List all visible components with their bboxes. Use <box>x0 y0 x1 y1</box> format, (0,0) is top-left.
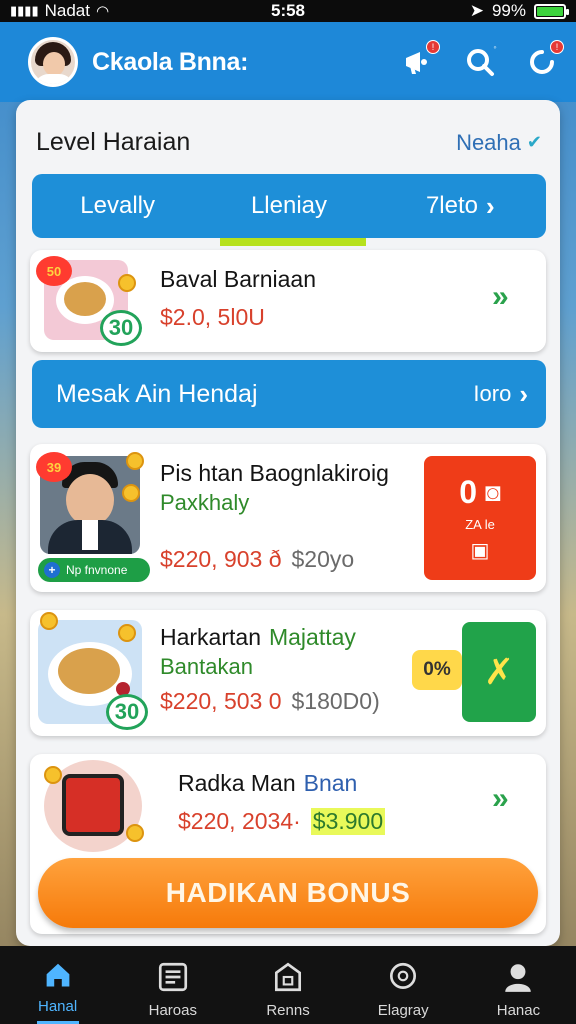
tab-lleniay[interactable]: Lleniay <box>203 192 374 220</box>
app-header: Ckaola Bnna: ! ◦ ! <box>0 22 576 102</box>
coin-icon <box>44 766 62 784</box>
count-badge: 30 <box>100 310 142 346</box>
search-badge: ◦ <box>493 42 497 52</box>
item-old-price: $20yo <box>291 546 355 572</box>
list-item[interactable]: 30 Harkartan Majattay Bantakan $220, 503… <box>30 610 546 736</box>
number-badge: 50 <box>36 256 72 286</box>
nav-label: Elagray <box>377 1002 429 1019</box>
nav-renns[interactable]: Renns <box>230 946 345 1024</box>
percent-badge: 0% <box>412 650 462 690</box>
chevron-right-icon: › <box>519 378 528 409</box>
nav-hanac[interactable]: Hanac <box>461 946 576 1024</box>
main-panel: Level Haraian Neaha ✔ Levally Lleniay 7l… <box>16 100 560 946</box>
list-item[interactable]: 50 30 Baval Barniaan $2.0, 5l0U » <box>30 250 546 352</box>
price-line: $220, 903 ð $20yo <box>160 546 354 573</box>
item-name: Harkartan Majattay <box>160 624 356 651</box>
refresh-icon[interactable]: ! <box>524 40 564 80</box>
section-action[interactable]: Ioro › <box>473 379 528 410</box>
list-icon <box>158 962 187 992</box>
panel-link[interactable]: Neaha ✔ <box>456 130 542 156</box>
tag-badge: + Np fnvnone <box>38 558 150 582</box>
nav-elagray[interactable]: Elagray <box>346 946 461 1024</box>
item-name-part: Bnan <box>303 770 358 796</box>
gift-icon: ▣ <box>470 539 490 562</box>
item-price: $220, 2034· <box>178 808 301 834</box>
number-badge: 39 <box>36 452 72 482</box>
header-actions: ! ◦ ! <box>400 40 564 80</box>
item-name: Pis htan Baognlakiroig <box>160 460 389 486</box>
bonus-button[interactable]: HADIKAN BONUS <box>38 858 538 928</box>
check-icon: ✔ <box>526 132 542 152</box>
item-price: $2.0, 5l0U <box>160 304 265 330</box>
section-title: Mesak Ain Hendaj <box>56 379 258 408</box>
nav-label: Hanac <box>496 1002 541 1019</box>
coin-icon <box>126 452 144 470</box>
nav-haroas[interactable]: Haroas <box>115 946 230 1024</box>
chevron-right-icon: › <box>486 190 495 221</box>
section-bar[interactable]: Mesak Ain Hendaj Ioro › <box>32 360 546 428</box>
store-icon <box>274 962 302 992</box>
double-chevron-icon[interactable]: » <box>492 782 509 816</box>
item-name: Radka Man Bnan <box>178 770 357 797</box>
notification-badge: ! <box>426 40 440 54</box>
panel-title: Level Haraian <box>36 128 191 156</box>
nav-label: Renns <box>266 1002 310 1019</box>
item-name-part: Majattay <box>268 624 356 650</box>
panel-header: Level Haraian Neaha ✔ <box>36 128 542 157</box>
tag-label: Np fnvnone <box>66 563 128 577</box>
search-icon[interactable]: ◦ <box>462 42 498 80</box>
nav-label: Haroas <box>148 1002 197 1019</box>
item-subtitle: Bantakan <box>160 654 253 679</box>
tab-more-label: 7leto <box>425 192 478 219</box>
coin-icon <box>122 484 140 502</box>
battery-icon <box>534 3 569 19</box>
home-icon <box>46 963 69 987</box>
count-badge: 30 <box>106 694 148 730</box>
tools-icon: ✗ <box>483 651 515 692</box>
coin-icon <box>126 824 144 842</box>
promo-caption: ZA le <box>465 516 495 532</box>
refresh-badge: ! <box>550 40 564 54</box>
item-price: $220, 503 0 <box>160 688 282 714</box>
item-subtitle: Paxkhaly <box>160 490 250 515</box>
chat-icon <box>390 962 417 989</box>
status-bar: ▮▮▮▮ Nadat ◠ 5:58 ➤ 99% <box>0 0 576 22</box>
coin-icon <box>118 274 136 292</box>
coin-icon <box>40 612 58 630</box>
price-line: $2.0, 5l0U <box>160 304 265 331</box>
avatar[interactable] <box>28 37 78 87</box>
bottom-nav: Hanal Haroas Renns Elagray Hanac <box>0 946 576 1024</box>
promo-box[interactable]: 0 ◙ ZA le ▣ <box>424 456 536 580</box>
app-title: Ckaola Bnna: <box>92 47 249 76</box>
item-name: Baval Barniaan <box>160 266 316 292</box>
nav-home[interactable]: Hanal <box>0 946 115 1024</box>
megaphone-icon[interactable]: ! <box>400 40 440 80</box>
nav-label: Hanal <box>38 998 78 1016</box>
list-item[interactable]: 39 + Np fnvnone Pis htan Baognlakiroig P… <box>30 444 546 592</box>
item-name-part: Harkartan <box>160 624 261 650</box>
item-highlight-price: $3.900 <box>310 808 386 835</box>
coin-icon <box>118 624 136 642</box>
promo-value: 0 <box>459 473 478 510</box>
profile-icon <box>505 964 532 992</box>
double-chevron-icon[interactable]: » <box>492 280 509 314</box>
panel-link-label: Neaha <box>456 129 521 155</box>
active-tab-indicator <box>220 238 366 246</box>
tab-levally[interactable]: Levally <box>32 192 203 220</box>
section-action-label: Ioro <box>473 381 512 406</box>
level-tabs: Levally Lleniay 7leto › <box>32 174 546 238</box>
clock: 5:58 <box>270 1 306 20</box>
tab-more[interactable]: 7leto › <box>375 191 546 222</box>
item-old-price: $180D0) <box>291 688 380 714</box>
action-box[interactable]: ✗ <box>462 622 536 722</box>
plus-icon: + <box>44 562 60 578</box>
price-line: $220, 2034· $3.900 <box>178 808 386 835</box>
price-line: $220, 503 0 $180D0) <box>160 688 380 715</box>
item-name-part: Radka Man <box>178 770 296 796</box>
item-price: $220, 903 ð <box>160 546 282 572</box>
camera-icon: ◙ <box>485 476 501 507</box>
